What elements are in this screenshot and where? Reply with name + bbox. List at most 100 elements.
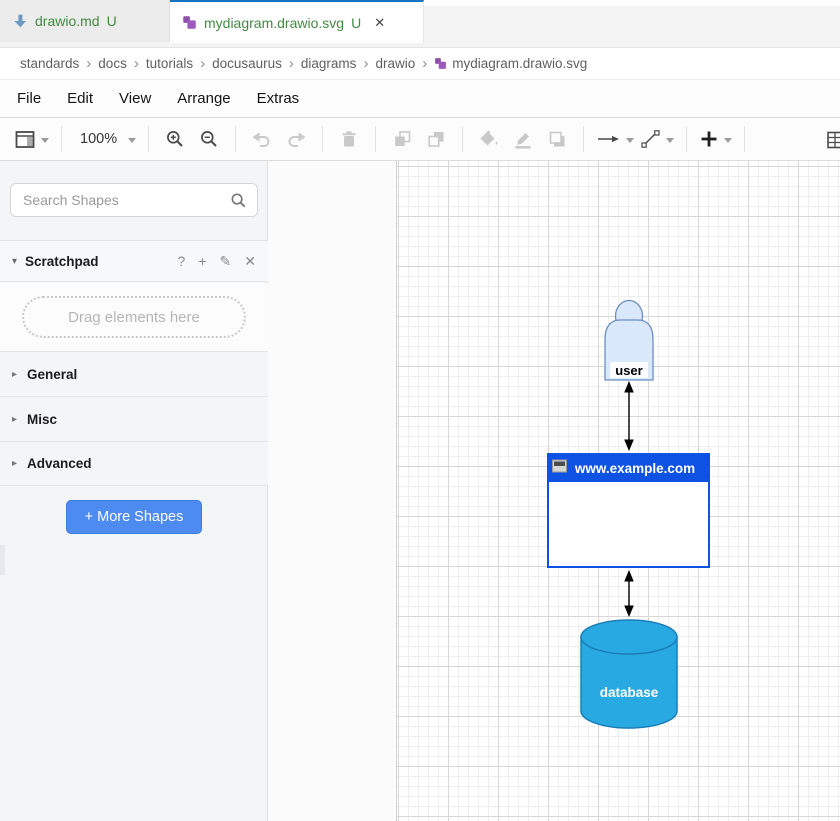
chevron-right-icon: ▸ — [12, 458, 17, 469]
collapse-arrow-icon: ▾ — [12, 256, 17, 267]
connection-arrow-button[interactable] — [593, 124, 637, 154]
git-status-badge: U — [107, 13, 117, 29]
sidebar-scrollbar[interactable] — [0, 545, 5, 575]
scratchpad-edit-icon[interactable]: ✎ — [220, 253, 232, 270]
shapes-sidebar: ▾ Scratchpad ? + ✎ ✕ Drag elements here … — [0, 161, 268, 821]
undo-icon — [251, 129, 273, 149]
drawio-file-icon — [434, 57, 447, 70]
trash-icon — [339, 129, 359, 149]
breadcrumb-separator: › — [422, 55, 427, 72]
vscode-drawio-editor: drawio.md U mydiagram.drawio.svg U ✕ sta… — [0, 0, 840, 821]
table-button[interactable] — [827, 118, 840, 162]
close-tab-icon[interactable]: ✕ — [374, 15, 385, 31]
breadcrumb-item[interactable]: tutorials — [146, 56, 193, 71]
scratchpad-close-icon[interactable]: ✕ — [244, 253, 256, 270]
toolbar-separator — [686, 126, 687, 152]
toolbar-separator — [375, 126, 376, 152]
breadcrumb-file[interactable]: mydiagram.drawio.svg — [434, 56, 587, 71]
connection-arrow-icon — [596, 129, 621, 149]
redo-button[interactable] — [279, 124, 313, 154]
insert-button[interactable] — [696, 124, 735, 154]
breadcrumb-item[interactable]: drawio — [375, 56, 415, 71]
node-user-actor[interactable]: user — [605, 301, 653, 381]
breadcrumb-separator: › — [134, 55, 139, 72]
more-shapes-button[interactable]: + More Shapes — [66, 500, 202, 534]
zoom-level-button[interactable]: 100% — [71, 124, 139, 154]
chevron-down-icon — [626, 138, 634, 143]
edge-webserver-database[interactable] — [624, 570, 634, 617]
breadcrumb-separator: › — [363, 55, 368, 72]
node-database-cylinder[interactable]: database — [581, 620, 677, 728]
scratchpad-add-icon[interactable]: + — [198, 253, 206, 269]
node-user-label: user — [615, 363, 642, 378]
sidebar-section-misc[interactable]: ▸ Misc — [0, 396, 268, 441]
toolbar-separator — [583, 126, 584, 152]
zoom-level-value: 100% — [74, 131, 123, 147]
chevron-right-icon: ▸ — [12, 369, 17, 380]
fill-color-icon — [478, 129, 500, 149]
sidebar-section-advanced[interactable]: ▸ Advanced — [0, 441, 268, 486]
section-label: Misc — [27, 412, 57, 427]
shadow-icon — [547, 129, 568, 149]
breadcrumb-separator: › — [86, 55, 91, 72]
to-front-button[interactable] — [385, 124, 419, 154]
diagram-svg: user www.example.com — [397, 161, 840, 821]
zoom-in-button[interactable] — [158, 124, 192, 154]
line-color-button[interactable] — [506, 124, 540, 154]
fill-color-button[interactable] — [472, 124, 506, 154]
toggle-format-panel-button[interactable] — [12, 124, 52, 154]
more-shapes-label: + More Shapes — [85, 509, 184, 525]
breadcrumb-item[interactable]: docs — [98, 56, 127, 71]
search-icon[interactable] — [230, 192, 247, 209]
toolbar-separator — [744, 126, 745, 152]
search-shapes-input[interactable] — [23, 192, 230, 208]
breadcrumb-item[interactable]: diagrams — [301, 56, 357, 71]
scratchpad-drop-zone[interactable]: Drag elements here — [22, 296, 246, 338]
line-color-icon — [512, 129, 534, 149]
sidebar-section-general[interactable]: ▸ General — [0, 351, 268, 396]
format-panel-icon — [15, 130, 36, 149]
node-database-label: database — [600, 685, 659, 700]
toolbar-separator — [61, 126, 62, 152]
canvas-offpage-background[interactable] — [268, 161, 396, 821]
browser-window-icon — [553, 460, 567, 472]
delete-button[interactable] — [332, 124, 366, 154]
scratchpad-help-icon[interactable]: ? — [178, 253, 186, 269]
zoom-out-button[interactable] — [192, 124, 226, 154]
section-label: Advanced — [27, 456, 92, 471]
breadcrumb-file-label: mydiagram.drawio.svg — [452, 56, 587, 71]
scratchpad-header[interactable]: ▾ Scratchpad ? + ✎ ✕ — [0, 240, 268, 282]
plus-icon — [699, 129, 719, 149]
menu-file[interactable]: File — [4, 90, 54, 107]
menu-edit[interactable]: Edit — [54, 90, 106, 107]
breadcrumb-separator: › — [200, 55, 205, 72]
toolbar-separator — [462, 126, 463, 152]
tab-label: drawio.md — [35, 13, 100, 29]
breadcrumb-separator: › — [289, 55, 294, 72]
node-browser-window[interactable]: www.example.com — [548, 454, 709, 567]
table-icon — [827, 130, 840, 150]
menu-view[interactable]: View — [106, 90, 164, 107]
shadow-button[interactable] — [540, 124, 574, 154]
diagram-page[interactable]: user www.example.com — [396, 161, 840, 821]
breadcrumb-item[interactable]: docusaurus — [212, 56, 282, 71]
chevron-down-icon — [724, 138, 732, 143]
drag-hint-label: Drag elements here — [68, 309, 200, 326]
scratchpad-title: Scratchpad — [25, 254, 99, 269]
connection-line-button[interactable] — [637, 124, 677, 154]
undo-button[interactable] — [245, 124, 279, 154]
editor-tab-bar: drawio.md U mydiagram.drawio.svg U ✕ — [0, 0, 840, 48]
breadcrumb-item[interactable]: standards — [20, 56, 79, 71]
menu-extras[interactable]: Extras — [244, 90, 313, 107]
edge-user-webserver[interactable] — [624, 381, 634, 451]
tab-drawio-md[interactable]: drawio.md U — [0, 0, 170, 42]
tab-mydiagram-drawio-svg[interactable]: mydiagram.drawio.svg U ✕ — [170, 0, 424, 43]
node-browser-label: www.example.com — [574, 461, 695, 476]
menu-arrange[interactable]: Arrange — [164, 90, 243, 107]
to-back-button[interactable] — [419, 124, 453, 154]
connection-line-icon — [640, 129, 661, 149]
drawio-toolbar: 100% — [0, 117, 840, 161]
tab-label: mydiagram.drawio.svg — [204, 15, 344, 31]
toolbar-separator — [148, 126, 149, 152]
redo-icon — [285, 129, 307, 149]
